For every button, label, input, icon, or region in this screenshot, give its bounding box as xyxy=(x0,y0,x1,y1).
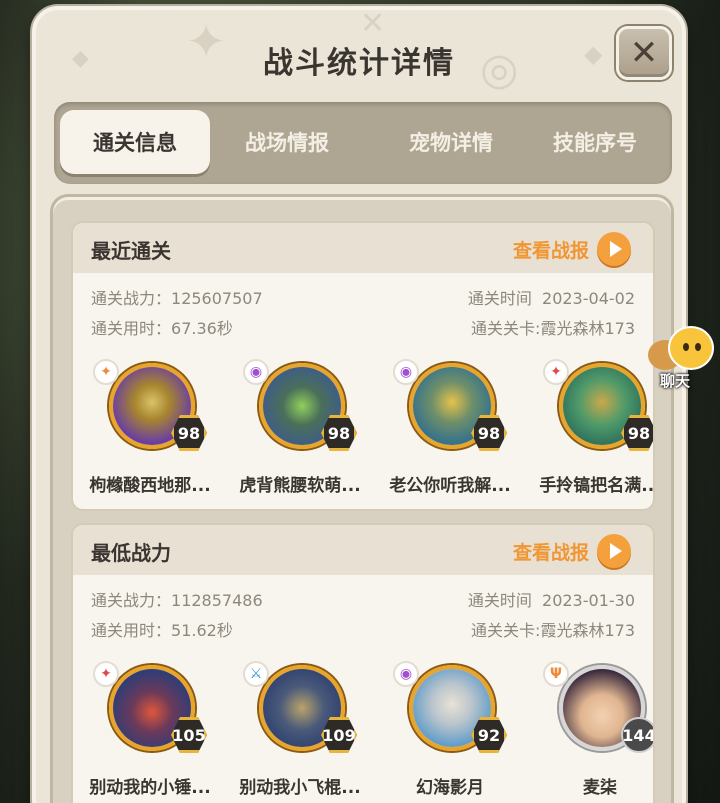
tab-clear-info[interactable]: 通关信息 xyxy=(60,110,210,174)
pet-slot[interactable]: ◉ 92 幻海影月 xyxy=(375,661,525,803)
sword-element-icon: ⚔ xyxy=(243,661,269,687)
clear-power-value: 125607507 xyxy=(171,289,263,308)
clear-power-value: 112857486 xyxy=(171,591,263,610)
close-button[interactable]: ✕ xyxy=(616,26,672,80)
clear-power: 通关战力：125607507 xyxy=(91,285,263,309)
close-icon: ✕ xyxy=(629,33,659,73)
card-header: 最低战力 查看战报 xyxy=(73,525,653,575)
play-icon xyxy=(597,534,631,568)
psychic-element-icon: ◉ xyxy=(393,359,419,385)
clear-power: 通关战力：112857486 xyxy=(91,587,263,611)
content-panel: 最近通关 查看战报 通关战力：125607507 通关时间 2023-04-02… xyxy=(50,194,674,803)
clear-stage: 通关关卡:霞光森林173 xyxy=(471,617,635,641)
trident-element-icon: Ψ xyxy=(543,661,569,687)
pet-name: 别动我小飞棍... xyxy=(239,778,361,798)
psychic-element-icon: ◉ xyxy=(393,661,419,687)
clear-duration: 通关用时：51.62秒 xyxy=(91,617,233,641)
clear-duration-value: 51.62秒 xyxy=(171,621,233,640)
view-report-label: 查看战报 xyxy=(512,541,589,564)
section-title: 最低战力 xyxy=(91,541,171,565)
play-icon xyxy=(597,232,631,266)
pet-slot[interactable]: ⚔ 109 别动我小飞棍... xyxy=(225,661,375,803)
clear-time: 通关时间 2023-04-02 xyxy=(468,285,635,309)
battle-stats-dialog: ◆ ✦ ✕ ◎ ◆ 战斗统计详情 ✕ 通关信息 战场情报 宠物详情 技能序号 最… xyxy=(32,6,686,803)
recent-clear-card: 最近通关 查看战报 通关战力：125607507 通关时间 2023-04-02… xyxy=(71,221,655,511)
pet-name: 别动我的小锤... xyxy=(89,778,211,798)
chat-label: 聊天 xyxy=(660,372,691,390)
pet-level-badge: 144 xyxy=(621,717,653,753)
clear-duration-value: 67.36秒 xyxy=(171,319,233,338)
card-header: 最近通关 查看战报 xyxy=(73,223,653,273)
clear-stage-label: 通关关卡: xyxy=(471,319,541,338)
pet-name: 麦柒 xyxy=(583,778,617,798)
tab-bar: 通关信息 战场情报 宠物详情 技能序号 xyxy=(54,102,672,184)
clear-time-value: 2023-04-02 xyxy=(542,289,635,308)
tab-battlefield-intel[interactable]: 战场情报 xyxy=(212,110,362,174)
clear-time-value: 2023-01-30 xyxy=(542,591,635,610)
view-report-button[interactable]: 查看战报 xyxy=(513,231,631,267)
pet-name: 幻海影月 xyxy=(416,778,484,798)
clear-stage-value: 霞光森林173 xyxy=(540,319,635,338)
chat-face-icon xyxy=(668,326,714,370)
pet-slot[interactable]: ✦ 98 手拎镐把名满... xyxy=(525,359,655,509)
clear-time: 通关时间 2023-01-30 xyxy=(468,587,635,611)
pet-name: 手拎镐把名满... xyxy=(539,476,655,496)
fire-element-icon: ✦ xyxy=(543,359,569,385)
pet-name: 虎背熊腰软萌... xyxy=(239,476,361,496)
clear-duration: 通关用时：67.36秒 xyxy=(91,315,233,339)
pet-slot[interactable]: ◉ 98 老公你听我解... xyxy=(375,359,525,509)
pet-slot[interactable]: ✦ 98 枸橼酸西地那... xyxy=(75,359,225,509)
dialog-title: 战斗统计详情 xyxy=(263,46,455,81)
clear-stage: 通关关卡:霞光森林173 xyxy=(471,315,635,339)
psychic-element-icon: ◉ xyxy=(243,359,269,385)
pet-name: 老公你听我解... xyxy=(389,476,511,496)
lowest-power-card: 最低战力 查看战报 通关战力：112857486 通关时间 2023-01-30… xyxy=(71,523,655,803)
tab-pet-details[interactable]: 宠物详情 xyxy=(376,110,526,174)
pet-team: ✦ 98 枸橼酸西地那... ◉ 98 虎背熊腰软萌... ◉ 98 老公你听我… xyxy=(73,359,655,509)
pet-slot[interactable]: ✦ 105 别动我的小锤... xyxy=(75,661,225,803)
tab-skill-order[interactable]: 技能序号 xyxy=(520,110,670,174)
clear-power-label: 通关战力： xyxy=(91,591,172,610)
pet-name: 枸橼酸西地那... xyxy=(89,476,211,496)
clear-time-label: 通关时间 xyxy=(467,591,532,610)
pet-slot[interactable]: Ψ 144 麦柒 xyxy=(525,661,653,803)
view-report-button[interactable]: 查看战报 xyxy=(513,533,631,569)
clear-power-label: 通关战力： xyxy=(91,289,172,308)
chat-button[interactable]: 聊天 xyxy=(648,326,720,390)
section-title: 最近通关 xyxy=(91,239,171,263)
pet-slot[interactable]: ◉ 98 虎背熊腰软萌... xyxy=(225,359,375,509)
clear-stage-label: 通关关卡: xyxy=(471,621,541,640)
clear-duration-label: 通关用时： xyxy=(91,319,172,338)
clear-duration-label: 通关用时： xyxy=(91,621,172,640)
pet-team: ✦ 105 别动我的小锤... ⚔ 109 别动我小飞棍... ◉ 92 幻海影… xyxy=(73,661,653,803)
view-report-label: 查看战报 xyxy=(512,239,589,262)
clear-time-label: 通关时间 xyxy=(467,289,532,308)
fire-element-icon: ✦ xyxy=(93,359,119,385)
clear-stage-value: 霞光森林173 xyxy=(540,621,635,640)
fire-element-icon: ✦ xyxy=(93,661,119,687)
